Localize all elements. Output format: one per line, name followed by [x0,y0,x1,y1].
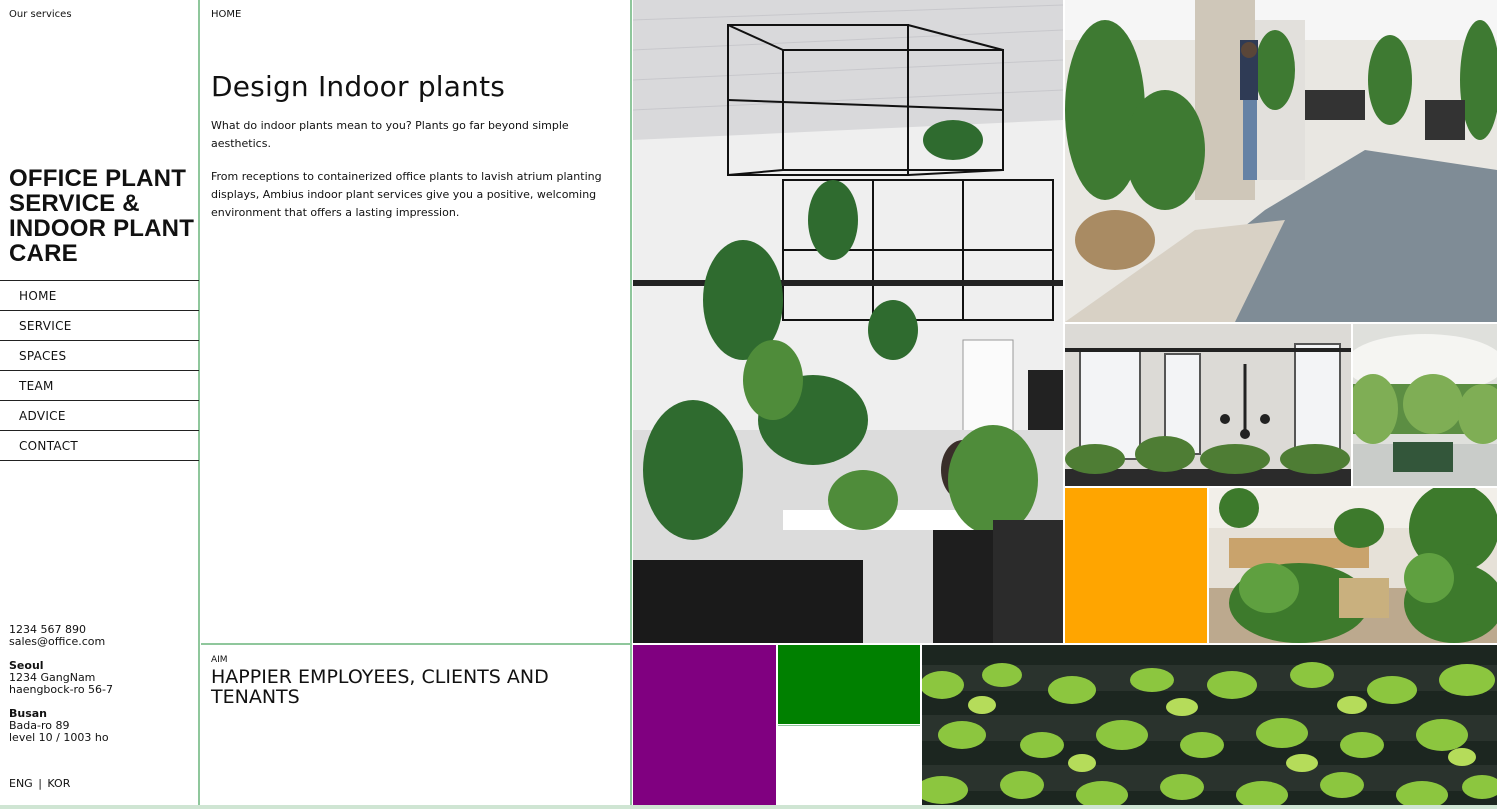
nav-item-advice[interactable]: ADVICE [0,401,199,431]
aim-heading: HAPPIER EMPLOYEES, CLIENTS AND TENANTS [211,666,549,708]
office-address-line: level 10 / 1003 ho [9,731,109,744]
bottom-border [0,805,1497,809]
language-switcher: ENG | KOR [9,777,72,790]
section-label: Our services [9,9,72,20]
aim-label: AIM [211,655,228,665]
orange-fill [1065,488,1207,643]
intro-paragraph: From receptions to containerized office … [211,170,602,219]
intro-text: What do indoor plants mean to you? Plant… [211,117,621,237]
contact-info: 1234 567 890 sales@office.com Seoul 1234… [9,624,113,744]
aim-section: AIM HAPPIER EMPLOYEES, CLIENTS AND TENAN… [201,643,632,807]
office-wire-frame-plants-photo [633,0,1063,643]
orange-color-block [1065,488,1207,643]
breadcrumb[interactable]: HOME [211,9,241,20]
office-address-line: haengbock-ro 56-7 [9,683,114,696]
white-color-block [778,725,920,805]
hanging-greenery-ceiling-photo [1353,324,1497,486]
lang-eng-link[interactable]: ENG [9,777,33,790]
nav-item-service[interactable]: SERVICE [0,311,199,341]
page-title: Design Indoor plants [211,70,506,103]
nav-item-spaces[interactable]: SPACES [0,341,199,371]
office-window-planters-photo [1065,324,1351,486]
green-wall-pothos-photo [922,645,1497,805]
nav-item-home[interactable]: HOME [0,281,199,311]
content-column: HOME Design Indoor plants What do indoor… [201,0,632,807]
intro-paragraph: What do indoor plants mean to you? Plant… [211,119,569,150]
nav-item-contact[interactable]: CONTACT [0,431,199,461]
purple-color-block [633,645,776,805]
lang-kor-link[interactable]: KOR [47,777,70,790]
lang-separator: | [38,777,42,790]
email-address[interactable]: sales@office.com [9,636,113,648]
office-corridor-plants-photo [1065,0,1497,322]
sidebar: Our services OFFICE PLANT SERVICE & INDO… [0,0,200,807]
main-nav: HOME SERVICE SPACES TEAM ADVICE CONTACT [0,280,199,461]
site-title: OFFICE PLANT SERVICE & INDOOR PLANT CARE [9,165,195,267]
nav-item-team[interactable]: TEAM [0,371,199,401]
green-color-block [778,645,920,724]
open-office-planters-photo [1209,488,1497,643]
